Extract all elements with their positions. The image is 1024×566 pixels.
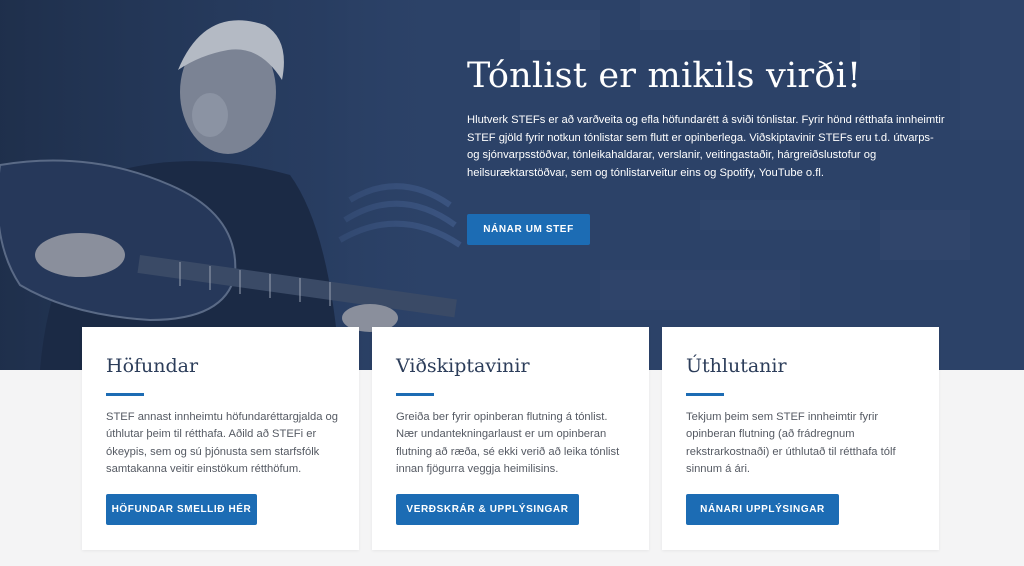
card-title: Úthlutanir	[686, 355, 787, 377]
price-lists-button[interactable]: VERÐSKRÁR & UPPLÝSINGAR	[396, 494, 579, 525]
hero-title: Tónlist er mikils virði!	[467, 56, 862, 96]
title-underline	[686, 393, 724, 396]
card-title: Höfundar	[106, 355, 199, 377]
card-authors: Höfundar STEF annast innheimtu höfundaré…	[82, 327, 359, 550]
card-title: Viðskiptavinir	[396, 355, 530, 377]
hero-section: Tónlist er mikils virði! Hlutverk STEFs …	[0, 0, 1024, 370]
card-text: STEF annast innheimtu höfundaréttargjald…	[106, 411, 338, 475]
title-underline	[106, 393, 144, 396]
more-about-stef-button[interactable]: NÁNAR UM STEF	[467, 214, 590, 245]
more-info-button[interactable]: NÁNARI UPPLÝSINGAR	[686, 494, 839, 525]
authors-click-here-button[interactable]: HÖFUNDAR SMELLIÐ HÉR	[106, 494, 257, 525]
hero-description: Hlutverk STEFs er að varðveita og efla h…	[467, 114, 945, 179]
title-underline	[396, 393, 434, 396]
card-text: Tekjum þeim sem STEF innheimtir fyrir op…	[686, 411, 896, 475]
card-text: Greiða ber fyrir opinberan flutning á tó…	[396, 411, 620, 475]
guitarist-photo	[0, 0, 460, 370]
card-distributions: Úthlutanir Tekjum þeim sem STEF innheimt…	[662, 327, 939, 550]
card-customers: Viðskiptavinir Greiða ber fyrir opinbera…	[372, 327, 649, 550]
